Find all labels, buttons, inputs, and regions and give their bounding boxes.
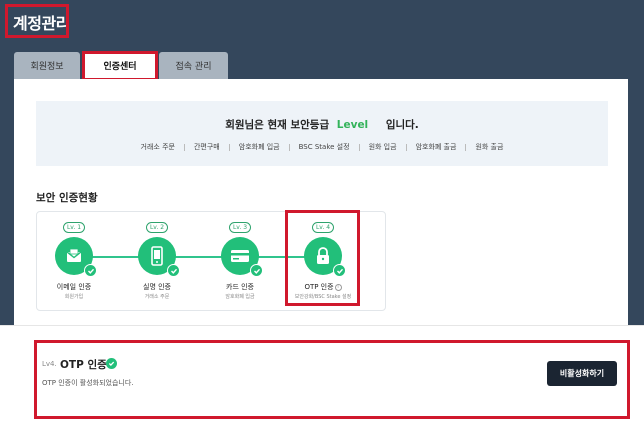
level-badge: Lv. 2 bbox=[146, 222, 168, 233]
step-sublabel: 거래소 주문 bbox=[144, 294, 170, 300]
security-level-prefix: 회원님은 현재 보안등급 bbox=[225, 119, 330, 131]
link-divider bbox=[465, 143, 467, 151]
link-krw-deposit[interactable]: 원화 입금 bbox=[369, 142, 397, 152]
link-divider bbox=[183, 143, 185, 151]
link-crypto-withdraw[interactable]: 암호화폐 출금 bbox=[416, 142, 457, 152]
security-level-suffix: 입니다. bbox=[385, 119, 419, 131]
link-divider bbox=[288, 143, 290, 151]
auth-step-card[interactable]: Lv. 3 카드 인증 암호화폐 입금 bbox=[202, 220, 278, 310]
section-title: 보안 인증현황 bbox=[36, 192, 98, 204]
check-icon bbox=[167, 264, 180, 277]
section-divider bbox=[0, 325, 644, 326]
step-sublabel: 회원가입 bbox=[64, 294, 84, 300]
step-label: 이메일 인증 bbox=[56, 283, 92, 291]
otp-level-prefix: Lv4. bbox=[42, 360, 57, 368]
otp-panel-title: OTP 인증 bbox=[60, 359, 107, 371]
link-krw-withdraw[interactable]: 원화 출금 bbox=[475, 142, 503, 152]
security-level-title: 회원님은 현재 보안등급 Level 입니다. bbox=[36, 117, 608, 132]
highlight-box-title bbox=[5, 4, 69, 38]
tab-member-info[interactable]: 회원정보 bbox=[14, 52, 80, 79]
link-divider bbox=[228, 143, 230, 151]
link-quick-buy[interactable]: 간편구매 bbox=[194, 142, 220, 152]
tab-access-management[interactable]: 접속 관리 bbox=[159, 52, 228, 79]
check-icon bbox=[84, 264, 97, 277]
step-label: 실명 인증 bbox=[143, 283, 171, 291]
highlight-box-otp-step bbox=[285, 210, 360, 306]
security-level-box: 회원님은 현재 보안등급 Level 입니다. 거래소 주문 간편구매 암호화폐… bbox=[36, 101, 608, 166]
step-sublabel: 암호화폐 입금 bbox=[225, 294, 255, 300]
link-divider bbox=[358, 143, 360, 151]
level-badge: Lv. 3 bbox=[229, 222, 251, 233]
link-crypto-deposit[interactable]: 암호화폐 입금 bbox=[239, 142, 280, 152]
level-badge: Lv. 1 bbox=[63, 222, 85, 233]
link-exchange-order[interactable]: 거래소 주문 bbox=[141, 142, 175, 152]
auth-step-email[interactable]: Lv. 1 이메일 인증 회원가입 bbox=[36, 220, 112, 310]
auth-step-real-name[interactable]: Lv. 2 실명 인증 거래소 주문 bbox=[119, 220, 195, 310]
link-bsc-stake[interactable]: BSC Stake 설정 bbox=[299, 142, 350, 152]
check-circle-icon bbox=[106, 358, 117, 369]
check-icon bbox=[250, 264, 263, 277]
link-divider bbox=[405, 143, 407, 151]
highlight-box-tab bbox=[82, 51, 158, 81]
otp-status-description: OTP 인증이 활성화되었습니다. bbox=[42, 379, 134, 387]
security-level-value: Level bbox=[336, 119, 369, 131]
step-label: 카드 인증 bbox=[226, 283, 254, 291]
permission-links: 거래소 주문 간편구매 암호화폐 입금 BSC Stake 설정 원화 입금 암… bbox=[36, 142, 608, 152]
deactivate-button[interactable]: 비활성화하기 bbox=[547, 361, 617, 386]
